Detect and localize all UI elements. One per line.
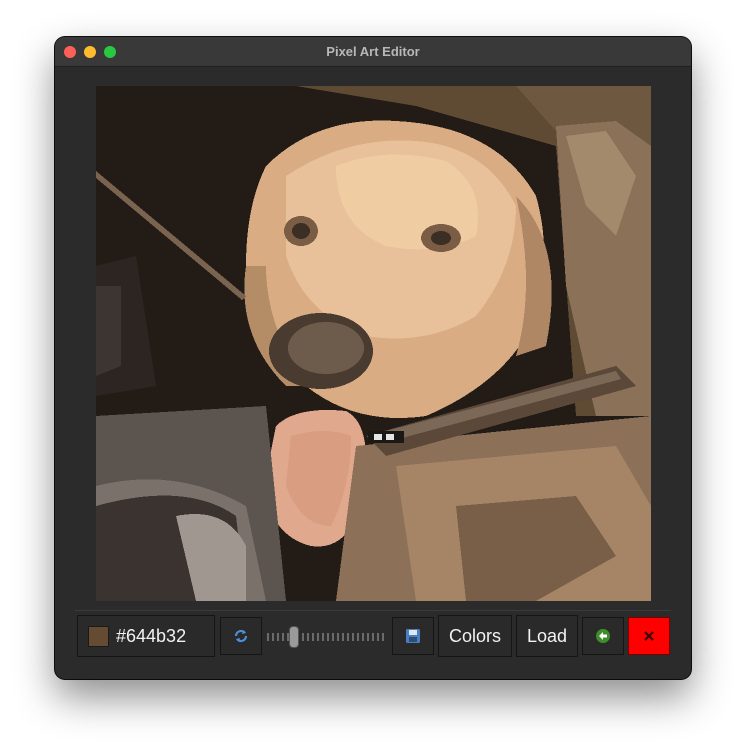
brush-size-slider[interactable] [267, 621, 387, 651]
arrow-left-icon [596, 629, 610, 643]
back-button[interactable] [582, 617, 624, 655]
current-color-field[interactable]: #644b32 [77, 615, 215, 657]
colors-button[interactable]: Colors [438, 615, 512, 657]
load-button[interactable]: Load [516, 615, 578, 657]
save-button[interactable] [392, 617, 434, 655]
title-bar: Pixel Art Editor [55, 37, 691, 67]
color-swatch [88, 625, 109, 647]
refresh-button[interactable] [220, 617, 262, 655]
pixel-art-image [96, 86, 651, 601]
refresh-icon [234, 629, 248, 643]
pixel-canvas[interactable] [96, 86, 651, 601]
app-window: Pixel Art Editor #644b32 Colors Load [55, 37, 691, 679]
slider-knob[interactable] [289, 626, 300, 648]
quit-button[interactable] [628, 617, 670, 655]
x-icon [644, 631, 654, 641]
window-title: Pixel Art Editor [326, 44, 420, 59]
floppy-disk-icon [406, 629, 420, 643]
toolbar: #644b32 Colors Load [75, 610, 671, 661]
slider-track [267, 633, 387, 641]
color-hex-label: #644b32 [116, 625, 187, 646]
